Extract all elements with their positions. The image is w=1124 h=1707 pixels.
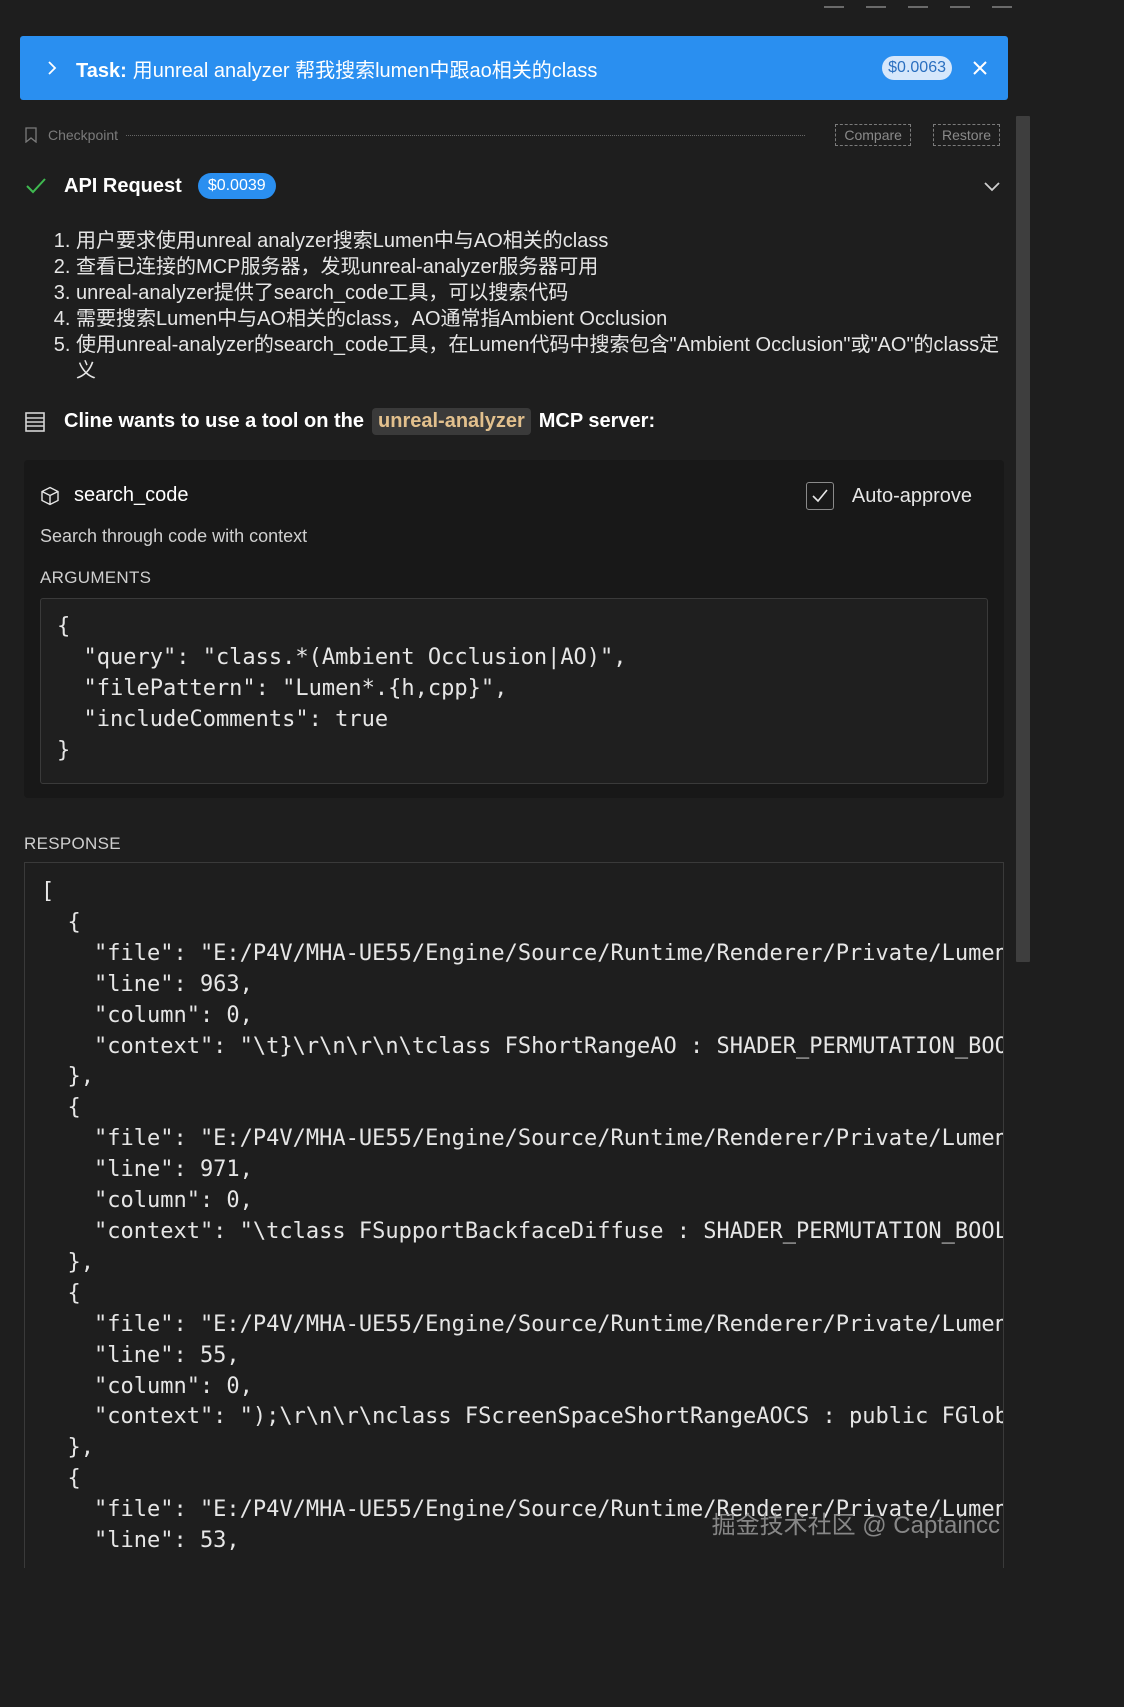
checkbox-checked-icon[interactable] bbox=[805, 482, 834, 510]
server-icon bbox=[25, 411, 45, 432]
bookmark-icon bbox=[25, 127, 37, 143]
tool-use-suffix: MCP server: bbox=[538, 410, 656, 432]
tool-description: Search through code with context bbox=[40, 526, 308, 546]
checkpoint-label: Checkpoint bbox=[48, 127, 119, 143]
response-panel[interactable]: [ { "file": "E:/P4V/MHA-UE55/Engine/Sour… bbox=[24, 862, 1004, 1568]
arguments-label: ARGUMENTS bbox=[40, 568, 152, 587]
task-title: Task: 用unreal analyzer 帮我搜索lumen中跟ao相关的cl… bbox=[76, 54, 882, 83]
chevron-right-icon[interactable] bbox=[42, 58, 62, 78]
arguments-code: { "query": "class.*(Ambient Occlusion|AO… bbox=[40, 598, 988, 784]
close-icon[interactable] bbox=[970, 58, 990, 78]
tool-name-row: search_code bbox=[40, 484, 189, 507]
top-toolbar-icons bbox=[824, 0, 1012, 8]
restore-button[interactable]: Restore bbox=[932, 124, 1000, 146]
scrollbar-thumb[interactable] bbox=[1016, 116, 1030, 962]
checkpoint-divider bbox=[126, 134, 806, 136]
auto-approve-toggle[interactable]: Auto-approve bbox=[805, 482, 972, 510]
task-text: 用unreal analyzer 帮我搜索lumen中跟ao相关的class bbox=[132, 59, 598, 82]
task-header[interactable]: Task: 用unreal analyzer 帮我搜索lumen中跟ao相关的cl… bbox=[20, 36, 1008, 100]
api-request-cost-badge: $0.0039 bbox=[197, 173, 276, 199]
response-label: RESPONSE bbox=[24, 834, 121, 853]
response-code: [ { "file": "E:/P4V/MHA-UE55/Engine/Sour… bbox=[41, 879, 1004, 1554]
step-item: 用户要求使用unreal analyzer搜索Lumen中与AO相关的class bbox=[76, 228, 1006, 254]
api-request-header[interactable]: API Request $0.0039 bbox=[24, 168, 1004, 204]
tool-use-prefix: Cline wants to use a tool on the bbox=[64, 410, 365, 432]
api-request-label: API Request bbox=[64, 174, 182, 197]
step-item: 使用unreal-analyzer的search_code工具，在Lumen代码… bbox=[76, 332, 1006, 384]
step-item: unreal-analyzer提供了search_code工具，可以搜索代码 bbox=[76, 280, 1006, 306]
step-item: 查看已连接的MCP服务器，发现unreal-analyzer服务器可用 bbox=[76, 254, 1006, 280]
tool-use-header: Cline wants to use a tool on the unreal-… bbox=[24, 408, 1004, 435]
tool-name: search_code bbox=[74, 484, 189, 506]
cube-icon bbox=[41, 486, 59, 505]
chevron-down-icon[interactable] bbox=[982, 176, 1002, 196]
watermark: 掘金技术社区 @ Captaincc bbox=[711, 1512, 1000, 1539]
checkpoint-row: Checkpoint Compare Restore bbox=[24, 122, 1000, 148]
task-label: Task: bbox=[76, 59, 127, 82]
compare-button[interactable]: Compare bbox=[835, 124, 911, 146]
task-cost-badge: $0.0063 bbox=[882, 56, 952, 80]
check-icon bbox=[26, 178, 46, 194]
reasoning-steps: 用户要求使用unreal analyzer搜索Lumen中与AO相关的class… bbox=[52, 228, 1006, 384]
step-item: 需要搜索Lumen中与AO相关的class，AO通常指Ambient Occlu… bbox=[76, 306, 1006, 332]
server-name-pill: unreal-analyzer bbox=[372, 408, 531, 435]
auto-approve-label: Auto-approve bbox=[851, 484, 972, 507]
tool-card: search_code Auto-approve Search through … bbox=[24, 460, 1004, 798]
